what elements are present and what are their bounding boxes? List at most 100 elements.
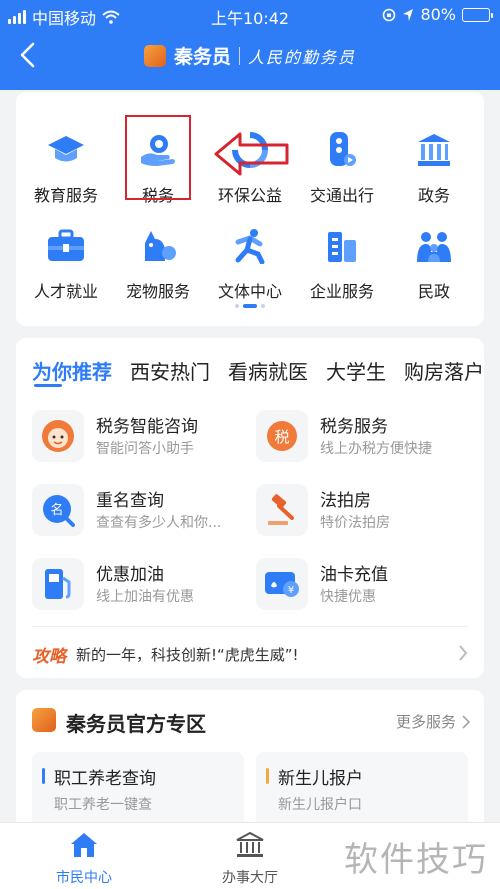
tab-medical[interactable]: 看病就医 [228, 356, 308, 385]
zone-item-title: 新生儿报户 [278, 769, 363, 789]
service-label: 人才就业 [33, 282, 98, 301]
hall-icon [236, 831, 264, 857]
card-recharge-icon: ¥ [256, 558, 308, 610]
service-label: 环保公益 [217, 186, 282, 205]
government-building-icon [414, 130, 454, 170]
rec-auction-house[interactable]: 法拍房 特价法拍房 [256, 480, 466, 540]
brand-slogan: 人民的勤务员 [248, 47, 357, 67]
gavel-icon [256, 484, 308, 536]
tab-service-hall[interactable]: 办事大厅 [200, 831, 300, 887]
service-enterprise[interactable]: 企业服务 [294, 216, 390, 306]
service-grid: 教育服务 税务 环保公益 交通出行 政务 人才就业 宠物服务 文体中心 企业服务… [16, 92, 484, 326]
briefcase-icon [46, 226, 86, 266]
header-bar: 中国移动 上午10:42 80% 秦务员 人民的勤务员 [0, 0, 500, 90]
pet-icon [138, 226, 178, 266]
running-figure-icon [230, 226, 270, 266]
tab-students[interactable]: 大学生 [326, 356, 386, 385]
status-bar: 中国移动 上午10:42 80% [0, 0, 500, 30]
zone-item-pension[interactable]: 职工养老查询 职工养老一键查 [32, 752, 244, 830]
tab-xian-hot[interactable]: 西安热门 [130, 356, 210, 385]
svg-text:¥: ¥ [288, 585, 294, 596]
rec-subtitle: 智能问答小助手 [96, 441, 194, 457]
tax-badge-icon: 税 [256, 410, 308, 462]
service-label: 宠物服务 [125, 282, 190, 301]
accent-bar [42, 768, 45, 784]
strategy-text: 新的一年，科技创新!“虎虎生威”! [76, 646, 299, 664]
service-government[interactable]: 政务 [386, 120, 482, 210]
brand-logo-icon [32, 708, 56, 732]
chevron-right-icon [462, 714, 470, 729]
location-icon [403, 8, 414, 21]
active-tab-indicator [34, 384, 62, 387]
tab-housing[interactable]: 购房落户 [404, 356, 484, 385]
brand: 秦务员 人民的勤务员 [0, 42, 500, 69]
rec-subtitle: 查查有多少人和你... [96, 515, 222, 531]
recommend-tabs: 为你推荐 西安热门 看病就医 大学生 购房落户 [32, 356, 484, 385]
service-civil-affairs[interactable]: 民政 [386, 216, 482, 306]
tab-citizen-center[interactable]: 市民中心 [34, 831, 134, 887]
rec-title: 优惠加油 [96, 565, 164, 585]
divider [32, 626, 468, 627]
more-services-link[interactable]: 更多服务 [396, 711, 470, 732]
service-label: 企业服务 [309, 282, 374, 301]
service-culture-sports[interactable]: 文体中心 [202, 216, 298, 306]
strategy-tag: 攻略 [32, 647, 66, 667]
svg-text:税: 税 [274, 428, 289, 446]
rec-title: 税务智能咨询 [96, 417, 198, 437]
more-services-label: 更多服务 [395, 713, 456, 731]
battery-percent: 80% [420, 5, 456, 24]
service-employment[interactable]: 人才就业 [18, 216, 114, 306]
rec-subtitle: 快捷优惠 [320, 589, 376, 605]
graduation-cap-icon [46, 130, 86, 170]
zone-item-newborn[interactable]: 新生儿报户 新生儿报户口 [256, 752, 468, 830]
strategy-row[interactable]: 攻略 新的一年，科技创新!“虎虎生威”! [32, 642, 299, 667]
service-label: 政务 [417, 186, 450, 205]
service-label: 交通出行 [309, 186, 374, 205]
left-arrow-annotation-icon [214, 132, 289, 176]
zone-item-subtitle: 新生儿报户口 [278, 797, 362, 813]
home-icon [71, 833, 97, 857]
rec-tax-service[interactable]: 税 税务服务 线上办税方便快捷 [256, 406, 466, 466]
brand-divider [239, 46, 240, 65]
office-building-icon [322, 226, 362, 266]
service-label: 文体中心 [217, 282, 282, 301]
svg-text:名: 名 [50, 502, 63, 518]
recommend-card: 为你推荐 西安热门 看病就医 大学生 购房落户 税务智能咨询 智能问答小助手 税… [16, 338, 484, 678]
rec-title: 税务服务 [320, 417, 388, 437]
rec-fuel-discount[interactable]: 优惠加油 线上加油有优惠 [32, 554, 242, 614]
rec-card-recharge[interactable]: ¥ 油卡充值 快捷优惠 [256, 554, 466, 614]
official-zone-card: 秦务员官方专区 更多服务 职工养老查询 职工养老一键查 新生儿报户 新生儿报户口 [16, 690, 484, 830]
rec-subtitle: 线上加油有优惠 [96, 589, 194, 605]
rec-name-search[interactable]: 名 重名查询 查查有多少人和你... [32, 480, 242, 540]
chevron-right-icon[interactable] [458, 644, 468, 662]
tab-label: 市民中心 [56, 870, 112, 886]
service-education[interactable]: 教育服务 [18, 120, 114, 210]
zone-item-subtitle: 职工养老一键查 [54, 797, 152, 813]
rec-title: 重名查询 [96, 491, 164, 511]
page-indicator [16, 304, 484, 308]
service-label: 民政 [417, 282, 450, 301]
service-pet[interactable]: 宠物服务 [110, 216, 206, 306]
family-icon [414, 226, 454, 266]
rec-tax-consult[interactable]: 税务智能咨询 智能问答小助手 [32, 406, 242, 466]
rec-subtitle: 线上办税方便快捷 [320, 441, 432, 457]
nav-bar: 秦务员 人民的勤务员 [0, 30, 500, 82]
accent-bar [266, 768, 269, 784]
rec-title: 法拍房 [320, 491, 371, 511]
assistant-avatar-icon [32, 410, 84, 462]
watermark: 软件技巧 [340, 832, 492, 881]
traffic-light-icon [322, 130, 362, 170]
fuel-pump-icon [32, 558, 84, 610]
service-transport[interactable]: 交通出行 [294, 120, 390, 210]
service-label: 教育服务 [33, 186, 98, 205]
rec-title: 油卡充值 [320, 565, 388, 585]
tab-label: 办事大厅 [222, 870, 278, 886]
brand-logo-icon [143, 44, 166, 67]
tab-for-you[interactable]: 为你推荐 [32, 356, 112, 385]
name-search-icon: 名 [32, 484, 84, 536]
zone-item-title: 职工养老查询 [54, 769, 156, 789]
rotation-lock-icon [383, 8, 396, 21]
rec-subtitle: 特价法拍房 [320, 515, 390, 531]
highlight-box [125, 115, 191, 200]
brand-name: 秦务员 [173, 46, 231, 68]
